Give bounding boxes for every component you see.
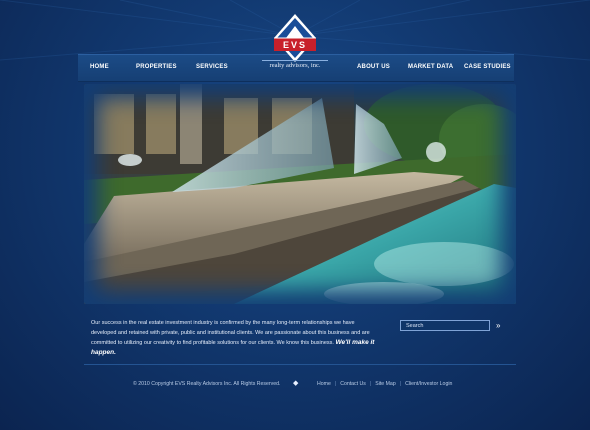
footer-separator: | — [334, 381, 337, 387]
nav-home[interactable]: HOME — [90, 64, 109, 70]
search-input[interactable]: Search — [400, 320, 490, 331]
footer-separator: | — [369, 381, 372, 387]
logo-mark-icon — [274, 14, 316, 62]
footer: © 2010 Copyright EVS Realty Advisors Inc… — [84, 378, 516, 390]
copyright-text: © 2010 Copyright EVS Realty Advisors Inc… — [133, 381, 281, 387]
footer-link-contact[interactable]: Contact Us — [340, 381, 366, 387]
footer-link-site-map[interactable]: Site Map — [375, 381, 395, 387]
footer-links: Home | Contact Us | Site Map | Client/Investor… — [317, 378, 452, 390]
nav-case-studies[interactable]: CASE STUDIES — [464, 64, 511, 70]
diamond-icon: ◆ — [293, 380, 299, 387]
logo-tagline: realty advisors, inc. — [262, 60, 328, 69]
footer-link-login[interactable]: Client/Investor Login — [405, 381, 452, 387]
nav-services[interactable]: SERVICES — [196, 64, 228, 70]
nav-properties[interactable]: PROPERTIES — [136, 64, 177, 70]
nav-market-data[interactable]: MARKET DATA — [408, 64, 453, 70]
intro-text: Our success in the real estate investmen… — [91, 318, 381, 358]
hero-image — [84, 84, 516, 304]
fountain-photo-icon — [84, 84, 516, 304]
footer-divider — [84, 364, 516, 365]
logo-letters: EVS — [283, 40, 307, 50]
footer-separator: | — [399, 381, 402, 387]
intro-body: Our success in the real estate investmen… — [91, 320, 370, 346]
search-go-icon[interactable]: » — [496, 321, 500, 331]
footer-link-home[interactable]: Home — [317, 381, 331, 387]
nav-about-us[interactable]: ABOUT US — [357, 64, 390, 70]
content-area: Our success in the real estate investmen… — [84, 306, 516, 366]
